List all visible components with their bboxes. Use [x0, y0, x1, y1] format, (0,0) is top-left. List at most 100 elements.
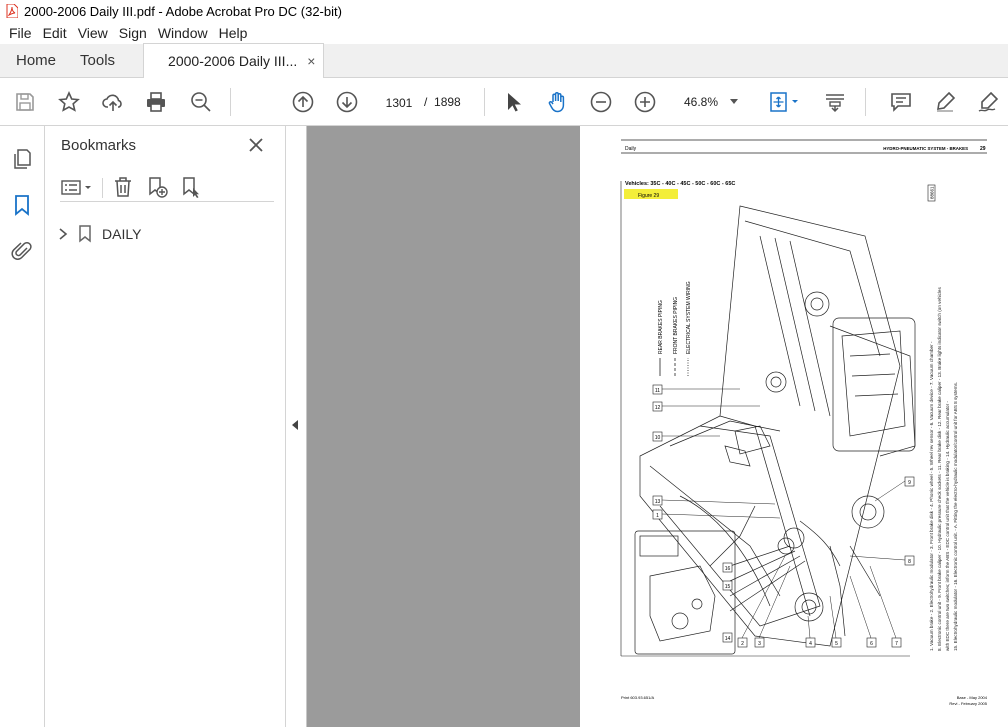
tab-home[interactable]: Home [0, 43, 72, 77]
window-title: 2000-2006 Daily III.pdf - Adobe Acrobat … [24, 3, 342, 19]
attachments-paperclip-icon[interactable] [11, 240, 33, 262]
bookmarks-panel-title: Bookmarks [61, 137, 137, 154]
callout-12-label: 12 [655, 405, 661, 411]
page-header-right: HYDRO-PNEUMATIC SYSTEM - BRAKES [883, 146, 968, 151]
bookmark-item-icon [79, 225, 91, 243]
navigation-rail [0, 126, 45, 727]
callout-16-label: 16 [725, 566, 731, 572]
page-footer-left: Print 603.93.651/A [621, 695, 654, 700]
page-separator: / [424, 95, 428, 109]
print-icon[interactable] [144, 90, 168, 114]
callout-11-label: 11 [655, 388, 660, 394]
document-view[interactable]: Daily HYDRO-PNEUMATIC SYSTEM - BRAKES 29… [307, 126, 1008, 727]
select-cursor-icon[interactable] [501, 90, 525, 114]
bookmark-item-daily[interactable]: DAILY [56, 223, 141, 245]
zoom-level-dropdown[interactable]: 46.8% [676, 91, 744, 113]
page-header-left: Daily [625, 146, 637, 152]
bookmark-options-icon[interactable] [60, 176, 94, 198]
callout-12: 12 [652, 401, 760, 412]
page-number-input[interactable]: 1301 [377, 91, 421, 113]
previous-page-icon[interactable] [291, 90, 315, 114]
tab-document[interactable]: 2000-2006 Daily III... × [143, 43, 325, 78]
main-toolbar: 1301 / 1898 46.8% [0, 78, 1008, 126]
callout-8-label: 8 [908, 559, 911, 565]
scroll-mode-icon[interactable] [823, 90, 847, 114]
callout-11: 11 [652, 384, 740, 395]
zoom-level: 46.8% [684, 95, 719, 109]
callout-13: 13 [652, 495, 776, 506]
bookmarks-toolbar [60, 174, 274, 202]
callout-2: 2 [737, 555, 786, 648]
callout-14: 14 [722, 632, 733, 643]
cloud-upload-icon[interactable] [101, 90, 125, 114]
tab-close-icon[interactable]: × [307, 53, 315, 69]
callout-13-label: 13 [655, 499, 661, 505]
page-count: / 1898 [424, 91, 461, 113]
zoom-out-icon[interactable] [589, 90, 613, 114]
bookmark-find-icon[interactable] [180, 176, 202, 198]
bookmarks-icon[interactable] [11, 194, 33, 216]
comment-icon[interactable] [889, 90, 913, 114]
zoom-in-icon[interactable] [633, 90, 657, 114]
callout-14-label: 14 [725, 636, 731, 642]
main-area: Bookmarks DAILY Daily HYDRO-PNEUMATIC SY… [0, 126, 1008, 727]
save-icon[interactable] [13, 90, 37, 114]
tab-tools[interactable]: Tools [72, 43, 143, 77]
figure-code: 88661 [927, 184, 936, 202]
total-pages: 1898 [434, 95, 461, 109]
window-titlebar: 2000-2006 Daily III.pdf - Adobe Acrobat … [0, 0, 1008, 22]
figure-code-label: 88661 [930, 186, 935, 199]
callout-4-label: 4 [809, 641, 812, 647]
legend-rear: REAR BRAKES PIPING [658, 300, 664, 354]
pdf-page: Daily HYDRO-PNEUMATIC SYSTEM - BRAKES 29… [580, 126, 1008, 727]
callout-7: 7 [869, 565, 902, 648]
caption-line-1: 1. Vacuum brake - 2. Electrohydraulic mo… [929, 341, 934, 651]
caption-line-2: 8. Electronic control unit - 9. Front br… [937, 287, 942, 651]
menu-view[interactable]: View [73, 25, 113, 41]
star-icon[interactable] [57, 90, 81, 114]
callout-10-label: 10 [655, 435, 661, 441]
chevron-right-icon[interactable] [56, 227, 70, 241]
close-icon[interactable] [247, 136, 265, 154]
hand-tool-icon[interactable] [545, 90, 569, 114]
sign-pen-icon[interactable] [976, 90, 1000, 114]
page-footer-right-2: Revi - February 2005 [949, 701, 987, 706]
callout-3-label: 3 [758, 641, 761, 647]
legend: REAR BRAKES PIPING FRONT BRAKES PIPING E… [658, 281, 692, 376]
next-page-icon[interactable] [335, 90, 359, 114]
tab-bar: Home Tools 2000-2006 Daily III... × [0, 43, 1008, 78]
menu-help[interactable]: Help [214, 25, 253, 41]
callout-15-label: 15 [725, 584, 731, 590]
callout-16: 16 [722, 562, 733, 573]
menu-sign[interactable]: Sign [114, 25, 152, 41]
caption-line-4: 15. Electrohydraulic modulator - 16. Ele… [953, 382, 958, 651]
collapse-arrow-icon [292, 420, 298, 430]
chevron-down-icon [730, 99, 738, 104]
menu-bar: File Edit View Sign Window Help [0, 22, 1008, 44]
page-footer-right-1: Base - May 2004 [957, 695, 988, 700]
fit-page-icon[interactable] [768, 90, 802, 114]
toolbar-separator [230, 88, 231, 116]
zoom-out-search-icon[interactable] [189, 90, 213, 114]
callout-5-label: 5 [835, 641, 838, 647]
pages-thumbnails-icon[interactable] [11, 148, 33, 170]
acrobat-app-icon [6, 4, 18, 18]
figure-label: Figure 29 [638, 193, 659, 199]
callout-1-label: 1 [656, 513, 659, 519]
panel-collapse-handle[interactable] [286, 126, 307, 727]
delete-bookmark-icon[interactable] [112, 176, 134, 198]
callout-7-label: 7 [895, 641, 898, 647]
page-number: 29 [980, 146, 986, 152]
toolbar-separator [484, 88, 485, 116]
page-content: Daily HYDRO-PNEUMATIC SYSTEM - BRAKES 29… [620, 139, 988, 706]
legend-electrical: ELECTRICAL SYSTEM WIRING [686, 281, 692, 354]
menu-window[interactable]: Window [153, 25, 213, 41]
legend-front: FRONT BRAKES PIPING [673, 297, 679, 354]
callout-6-label: 6 [870, 641, 873, 647]
callout-1: 1 [652, 509, 781, 520]
highlight-pen-icon[interactable] [933, 90, 957, 114]
new-bookmark-icon[interactable] [146, 176, 168, 198]
menu-file[interactable]: File [4, 25, 37, 41]
bookmark-item-label: DAILY [102, 226, 142, 242]
menu-edit[interactable]: Edit [38, 25, 72, 41]
